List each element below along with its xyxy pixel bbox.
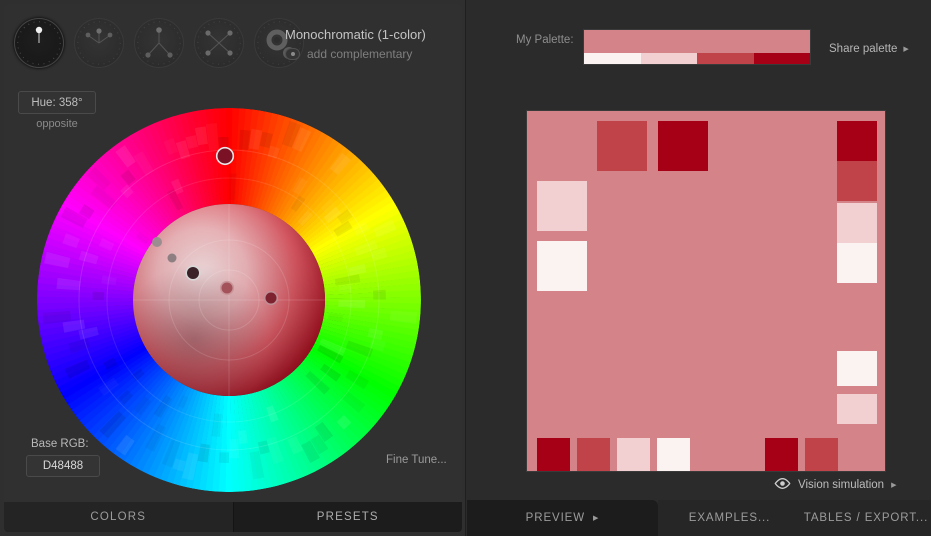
palette-swatch-1[interactable] (640, 53, 697, 64)
preview-canvas[interactable] (526, 110, 886, 472)
hue-ring-block (218, 452, 229, 464)
chevron-down-icon: ▶ (593, 515, 600, 522)
preview-swatch-14[interactable] (765, 438, 798, 471)
scheme-icon-triad[interactable] (134, 18, 184, 68)
palette-swatch-strip (584, 53, 810, 64)
right-tabs: PREVIEW ▶ EXAMPLES... TABLES / EXPORT... (467, 500, 931, 536)
mono-glyph-icon (35, 26, 43, 43)
palette-swatch-3[interactable] (753, 53, 810, 64)
left-panel: Monochromatic (1-color) add complementar… (0, 0, 466, 536)
palette-swatch-0[interactable] (584, 53, 641, 64)
base-rgb-input[interactable]: D48488 (26, 455, 100, 477)
color-marker-5[interactable] (265, 292, 277, 304)
hue-ring-block (229, 439, 240, 459)
base-rgb-label: Base RGB: (31, 438, 89, 450)
color-scheme-designer-window: Monochromatic (1-color) add complementar… (0, 0, 931, 536)
preview-swatch-9[interactable] (837, 394, 877, 424)
radio-icon (285, 48, 300, 60)
palette-base-color[interactable] (584, 30, 810, 53)
vision-simulation-button[interactable]: Vision simulation ▶ (774, 478, 896, 492)
preview-swatch-3[interactable] (537, 241, 587, 291)
preview-swatch-11[interactable] (577, 438, 610, 471)
left-tabs: COLORS PRESETS (4, 502, 462, 532)
hue-ring-block (238, 430, 248, 444)
preview-swatch-0[interactable] (597, 121, 647, 171)
hue-ring-block (338, 284, 351, 293)
preview-swatch-5[interactable] (837, 161, 877, 201)
color-marker-1[interactable] (152, 237, 162, 247)
color-wheel[interactable] (37, 108, 421, 492)
hue-ring-block (92, 291, 105, 300)
share-palette-button[interactable]: Share palette ▶ (829, 43, 909, 55)
tab-preview-label: PREVIEW (525, 512, 586, 524)
chevron-down-icon: ▶ (903, 46, 909, 53)
color-marker-4[interactable] (221, 282, 233, 294)
preview-swatch-2[interactable] (537, 181, 587, 231)
tab-examples[interactable]: EXAMPLES... (658, 500, 801, 536)
complement-glyph-icon (85, 28, 113, 44)
preview-swatch-6[interactable] (837, 203, 877, 243)
palette-swatch-2[interactable] (697, 53, 754, 64)
preview-swatch-4[interactable] (837, 121, 877, 161)
preview-swatch-12[interactable] (617, 438, 650, 471)
my-palette-bar[interactable] (583, 29, 811, 65)
preview-swatch-15[interactable] (805, 438, 838, 471)
my-palette-label: My Palette: (516, 34, 574, 46)
scheme-icon-complement[interactable] (74, 18, 124, 68)
share-palette-label: Share palette (829, 43, 898, 55)
add-complementary-label: add complementary (307, 47, 413, 61)
scheme-selector (14, 18, 304, 68)
eye-icon (774, 478, 791, 492)
color-marker-2[interactable] (167, 253, 177, 263)
preview-swatch-8[interactable] (837, 351, 877, 386)
color-marker-3[interactable] (187, 267, 199, 279)
scheme-icon-tetrad[interactable] (194, 18, 244, 68)
preview-swatch-1[interactable] (658, 121, 708, 171)
tab-preview[interactable]: PREVIEW ▶ (467, 500, 658, 536)
chevron-down-icon: ▶ (891, 482, 897, 489)
add-complementary-toggle[interactable]: add complementary (285, 47, 412, 61)
hue-marker[interactable] (217, 148, 233, 164)
vision-simulation-label: Vision simulation (798, 479, 885, 491)
color-wheel-svg[interactable] (37, 108, 421, 492)
tetrad-glyph-icon (205, 30, 233, 56)
tab-tables-export[interactable]: TABLES / EXPORT... (801, 500, 931, 536)
preview-swatch-7[interactable] (837, 243, 877, 283)
tab-colors[interactable]: COLORS (4, 502, 233, 532)
right-panel: My Palette: Share palette ▶ Vision simul… (467, 0, 931, 536)
scheme-icon-mono[interactable] (14, 18, 64, 68)
fine-tune-button[interactable]: Fine Tune... (386, 454, 447, 466)
scheme-title: Monochromatic (1-color) (285, 27, 426, 42)
tab-presets[interactable]: PRESETS (232, 502, 462, 532)
preview-swatch-13[interactable] (657, 438, 690, 471)
preview-swatch-10[interactable] (537, 438, 570, 471)
triad-glyph-icon (145, 27, 173, 58)
